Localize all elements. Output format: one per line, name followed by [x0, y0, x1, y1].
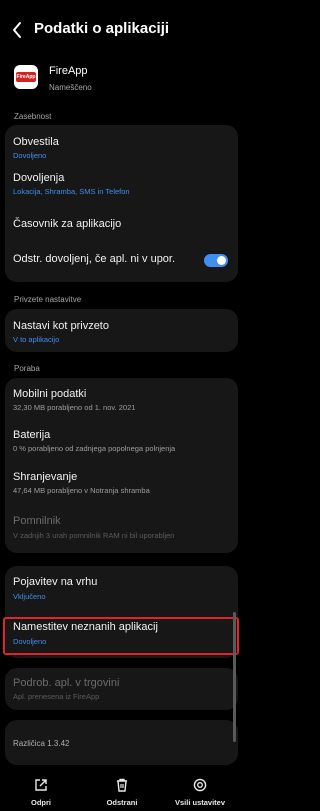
storage-row[interactable]: Shranjevanje 47,64 MB porabljeno v Notra…	[5, 463, 238, 506]
appear-on-top-row[interactable]: Pojavitev na vrhu Vključeno	[5, 566, 238, 611]
app-install-status: Nameščeno	[49, 83, 92, 92]
bottom-action-bar: Odpri Odstrani Vsili ustavitev	[0, 770, 243, 811]
section-label-usage: Poraba	[14, 364, 40, 373]
version-card: Različica 1.3.42	[5, 720, 238, 765]
store-details-card: Podrob. apl. v trgovini Apl. prenesena i…	[5, 668, 238, 710]
app-logo-icon: FireApp	[14, 65, 38, 89]
force-stop-button[interactable]: Vsili ustavitev	[165, 778, 235, 807]
privacy-card: Obvestila Dovoljeno Dovoljenja Lokacija,…	[5, 125, 238, 282]
uninstall-button[interactable]: Odstrani	[87, 778, 157, 807]
version-row: Različica 1.3.42	[5, 720, 238, 765]
battery-row[interactable]: Baterija 0 % porabljeno od zadnjega popo…	[5, 420, 238, 463]
app-logo-text: FireApp	[16, 74, 36, 80]
remove-permissions-title: Odstr. dovoljenj, če apl. ni v upor.	[13, 253, 176, 265]
usage-card: Mobilni podatki 32,30 MB porabljeno od 1…	[5, 378, 238, 553]
set-default-status: V to aplikacijo	[13, 335, 60, 344]
back-arrow-icon[interactable]	[10, 20, 26, 40]
app-timer-title: Časovnik za aplikacijo	[13, 218, 122, 230]
version-text: Različica 1.3.42	[13, 739, 70, 748]
force-stop-label: Vsili ustavitev	[174, 798, 226, 807]
install-unknown-apps-status: Dovoljeno	[13, 637, 47, 646]
store-details-row: Podrob. apl. v trgovini Apl. prenesena i…	[5, 668, 238, 710]
appear-on-top-status: Vključeno	[13, 592, 46, 601]
mobile-data-usage: 32,30 MB porabljeno od 1. nov. 2021	[13, 403, 136, 412]
memory-usage: V zadnjih 3 urah pomnilnik RAM ni bil up…	[13, 531, 175, 540]
set-default-title: Nastavi kot privzeto	[13, 320, 109, 332]
notifications-row[interactable]: Obvestila Dovoljeno	[5, 125, 238, 167]
mobile-data-row[interactable]: Mobilni podatki 32,30 MB porabljeno od 1…	[5, 378, 238, 420]
open-external-icon	[35, 779, 47, 791]
appear-on-top-title: Pojavitev na vrhu	[13, 576, 98, 588]
trash-icon	[117, 778, 127, 792]
toggle-knob	[217, 256, 226, 265]
permissions-row[interactable]: Dovoljenja Lokacija, Shramba, SMS in Tel…	[5, 167, 238, 207]
battery-title: Baterija	[13, 429, 51, 441]
page-title: Podatki o aplikaciji	[34, 20, 170, 37]
top-bar: Podatki o aplikaciji	[0, 0, 243, 60]
battery-usage: 0 % porabljeno od zadnjega popolnega pol…	[13, 444, 176, 453]
memory-row: Pomnilnik V zadnjih 3 urah pomnilnik RAM…	[5, 506, 238, 553]
section-label-privacy: Zasebnost	[14, 112, 52, 121]
install-unknown-apps-row[interactable]: Namestitev neznanih aplikacij Dovoljeno	[5, 611, 238, 658]
section-label-defaults: Privzete nastavitve	[14, 295, 82, 304]
mobile-data-title: Mobilni podatki	[13, 388, 87, 400]
open-label: Odpri	[31, 798, 51, 807]
memory-title: Pomnilnik	[13, 515, 61, 527]
permissions-summary: Lokacija, Shramba, SMS in Telefon	[13, 187, 130, 196]
remove-permissions-row[interactable]: Odstr. dovoljenj, če apl. ni v upor.	[5, 244, 238, 282]
defaults-card: Nastavi kot privzeto V to aplikacijo	[5, 309, 238, 352]
scrollbar[interactable]	[233, 612, 236, 742]
storage-title: Shranjevanje	[13, 471, 78, 483]
notifications-status: Dovoljeno	[13, 151, 47, 160]
notifications-title: Obvestila	[13, 136, 59, 148]
stop-circle-icon	[193, 778, 207, 792]
uninstall-label: Odstrani	[106, 798, 138, 807]
app-timer-row[interactable]: Časovnik za aplikacijo	[5, 207, 238, 244]
store-details-title: Podrob. apl. v trgovini	[13, 677, 120, 689]
remove-permissions-toggle[interactable]	[204, 254, 228, 267]
app-header: FireApp FireApp Nameščeno	[0, 60, 243, 104]
install-unknown-apps-title: Namestitev neznanih aplikacij	[13, 621, 158, 633]
permissions-title: Dovoljenja	[13, 172, 65, 184]
store-details-source: Apl. prenesena iz FireApp	[13, 692, 100, 701]
open-button[interactable]: Odpri	[6, 778, 76, 807]
app-name: FireApp	[49, 65, 88, 77]
set-default-row[interactable]: Nastavi kot privzeto V to aplikacijo	[5, 309, 238, 352]
storage-usage: 47,64 MB porabljeno v Notranja shramba	[13, 486, 150, 495]
special-access-card: Pojavitev na vrhu Vključeno Namestitev n…	[5, 566, 238, 658]
